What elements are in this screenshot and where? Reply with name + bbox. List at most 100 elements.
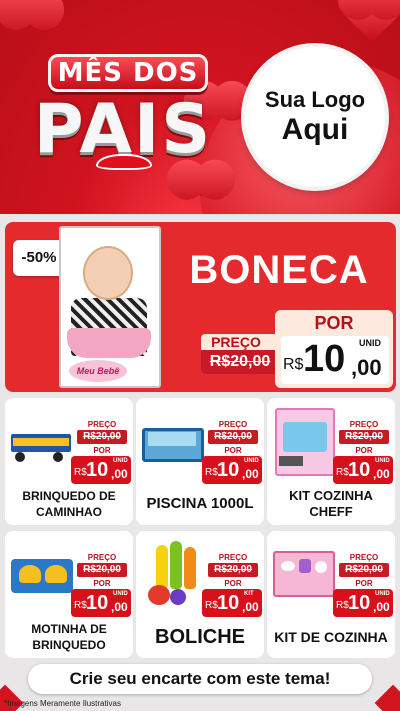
- price-integer: 10: [348, 592, 371, 614]
- price-integer: 10: [86, 459, 109, 481]
- currency-symbol: R$: [336, 600, 349, 611]
- currency-symbol: R$: [205, 467, 218, 478]
- logo-text-line1: Sua Logo: [264, 87, 366, 112]
- price-decimal: ,00: [373, 600, 390, 614]
- heart-icon: [15, 0, 45, 25]
- price-tag: PREÇO R$20,00 POR R$ 10 UNID ,00: [202, 420, 262, 490]
- price-decimal: ,00: [111, 467, 128, 481]
- preco-label: PREÇO: [87, 420, 117, 429]
- product-image: [271, 541, 335, 609]
- currency-symbol: R$: [283, 356, 304, 373]
- unit-label: UNID: [359, 338, 381, 348]
- por-label: POR: [224, 446, 242, 455]
- product-name: BOLICHE: [155, 626, 245, 648]
- currency-symbol: R$: [74, 600, 87, 611]
- box-label: Meu Bebê: [69, 360, 127, 382]
- create-flyer-button[interactable]: Crie seu encarte com este tema!: [28, 664, 372, 694]
- old-price: R$20,00: [339, 430, 389, 444]
- header-banner: MÊS DOS PAIS Sua Logo Aqui: [0, 0, 400, 214]
- product-name: KIT DE COZINHA: [274, 629, 388, 645]
- disclaimer: *Imagens Meramente Ilustrativas: [4, 699, 121, 708]
- por-label: POR: [355, 579, 373, 588]
- currency-symbol: R$: [205, 600, 218, 611]
- price-integer: 10: [303, 338, 346, 380]
- price-tag: PREÇO R$20,00 POR R$ 10 UNID ,00: [333, 420, 393, 490]
- discount-badge: -50%: [13, 240, 65, 276]
- por-label: POR: [224, 579, 242, 588]
- product-card[interactable]: PREÇO R$20,00 POR R$ 10 UNID ,00 MOTINHA…: [5, 531, 133, 658]
- doll-skirt: [67, 328, 151, 358]
- old-price: R$20,00: [208, 430, 258, 444]
- preco-label: PREÇO: [211, 334, 261, 350]
- product-image: [140, 408, 204, 476]
- currency-symbol: R$: [336, 467, 349, 478]
- unit-label: UNID: [375, 458, 390, 464]
- price-tag: PREÇO R$20,00 POR R$ 10 UNID ,00: [71, 420, 131, 490]
- product-card[interactable]: PREÇO R$20,00 POR R$ 10 UNID ,00 BRINQUE…: [5, 398, 133, 525]
- price-integer: 10: [86, 592, 109, 614]
- new-price: R$ 10 UNID ,00: [71, 589, 131, 617]
- product-name: MOTINHA DE BRINQUEDO: [31, 622, 107, 652]
- new-price: R$ 10 KIT ,00: [202, 589, 262, 617]
- product-card[interactable]: PREÇO R$20,00 POR R$ 10 KIT ,00 BOLICHE: [136, 531, 264, 658]
- unit-label: UNID: [113, 458, 128, 464]
- doll-box-image: Meu Bebê: [59, 226, 161, 388]
- unit-label: KIT: [244, 591, 254, 597]
- price-decimal: ,00: [373, 467, 390, 481]
- logo-text-line2: Aqui: [281, 113, 349, 146]
- preco-label: PREÇO: [349, 553, 379, 562]
- product-name: KIT COZINHA CHEFF: [289, 488, 373, 519]
- old-price: R$20,00: [208, 563, 258, 577]
- price-integer: 10: [348, 459, 371, 481]
- campaign-title: MÊS DOS PAIS: [18, 48, 228, 178]
- new-price: R$ 10 UNID ,00: [333, 456, 393, 484]
- preco-label: PREÇO: [218, 553, 248, 562]
- featured-product-card[interactable]: -50% Meu Bebê BONECA PREÇO R$20,00 POR R…: [5, 222, 396, 392]
- por-label: POR: [93, 446, 111, 455]
- old-price-box: PREÇO R$20,00: [201, 334, 279, 374]
- por-label: POR: [93, 579, 111, 588]
- featured-product-name: BONECA: [189, 248, 369, 292]
- por-label: POR: [314, 313, 354, 333]
- product-name: PISCINA 1000L: [146, 495, 254, 512]
- price-decimal: ,00: [242, 467, 259, 481]
- price-tag: PREÇO R$20,00 POR R$ 10 UNID ,00: [71, 553, 131, 623]
- preco-label: PREÇO: [87, 553, 117, 562]
- new-price-box: POR R$ 10 UNID ,00: [275, 310, 393, 388]
- price-tag: PREÇO R$20,00 POR R$ 10 KIT ,00: [202, 553, 262, 623]
- currency-symbol: R$: [74, 467, 87, 478]
- price-integer: 10: [217, 459, 240, 481]
- preco-label: PREÇO: [218, 420, 248, 429]
- title-top: MÊS DOS: [48, 54, 208, 92]
- old-price: R$20,00: [77, 563, 127, 577]
- product-card[interactable]: PREÇO R$20,00 POR R$ 10 UNID ,00 KIT COZ…: [267, 398, 395, 525]
- old-price: R$20,00: [77, 430, 127, 444]
- old-price: R$20,00: [201, 350, 279, 374]
- price-tag: PREÇO R$20,00 POR R$ 10 UNID ,00: [333, 553, 393, 623]
- new-price: R$ 10 UNID ,00: [333, 589, 393, 617]
- unit-label: UNID: [113, 591, 128, 597]
- old-price: R$20,00: [339, 563, 389, 577]
- price-integer: 10: [217, 592, 240, 614]
- mustache-icon: [96, 154, 152, 170]
- price-decimal: ,00: [242, 600, 259, 614]
- product-image: [9, 541, 73, 609]
- product-card[interactable]: PREÇO R$20,00 POR R$ 10 UNID ,00 PISCINA…: [136, 398, 264, 525]
- new-price: R$ 10 UNID ,00: [71, 456, 131, 484]
- product-name: BRINQUEDO DE CAMINHAO: [22, 489, 116, 519]
- logo-placeholder[interactable]: Sua Logo Aqui: [245, 47, 385, 187]
- por-label: POR: [355, 446, 373, 455]
- product-card[interactable]: PREÇO R$20,00 POR R$ 10 UNID ,00 KIT DE …: [267, 531, 395, 658]
- price-decimal: ,00: [111, 600, 128, 614]
- price-decimal: ,00: [351, 355, 382, 380]
- unit-label: UNID: [375, 591, 390, 597]
- unit-label: UNID: [244, 458, 259, 464]
- heart-icon: [374, 684, 400, 711]
- preco-label: PREÇO: [349, 420, 379, 429]
- product-image: [9, 408, 73, 476]
- new-price: R$ 10 UNID ,00: [281, 336, 389, 384]
- heart-icon: [343, 0, 400, 43]
- product-image: [140, 541, 204, 609]
- new-price: R$ 10 UNID ,00: [202, 456, 262, 484]
- product-image: [271, 408, 335, 476]
